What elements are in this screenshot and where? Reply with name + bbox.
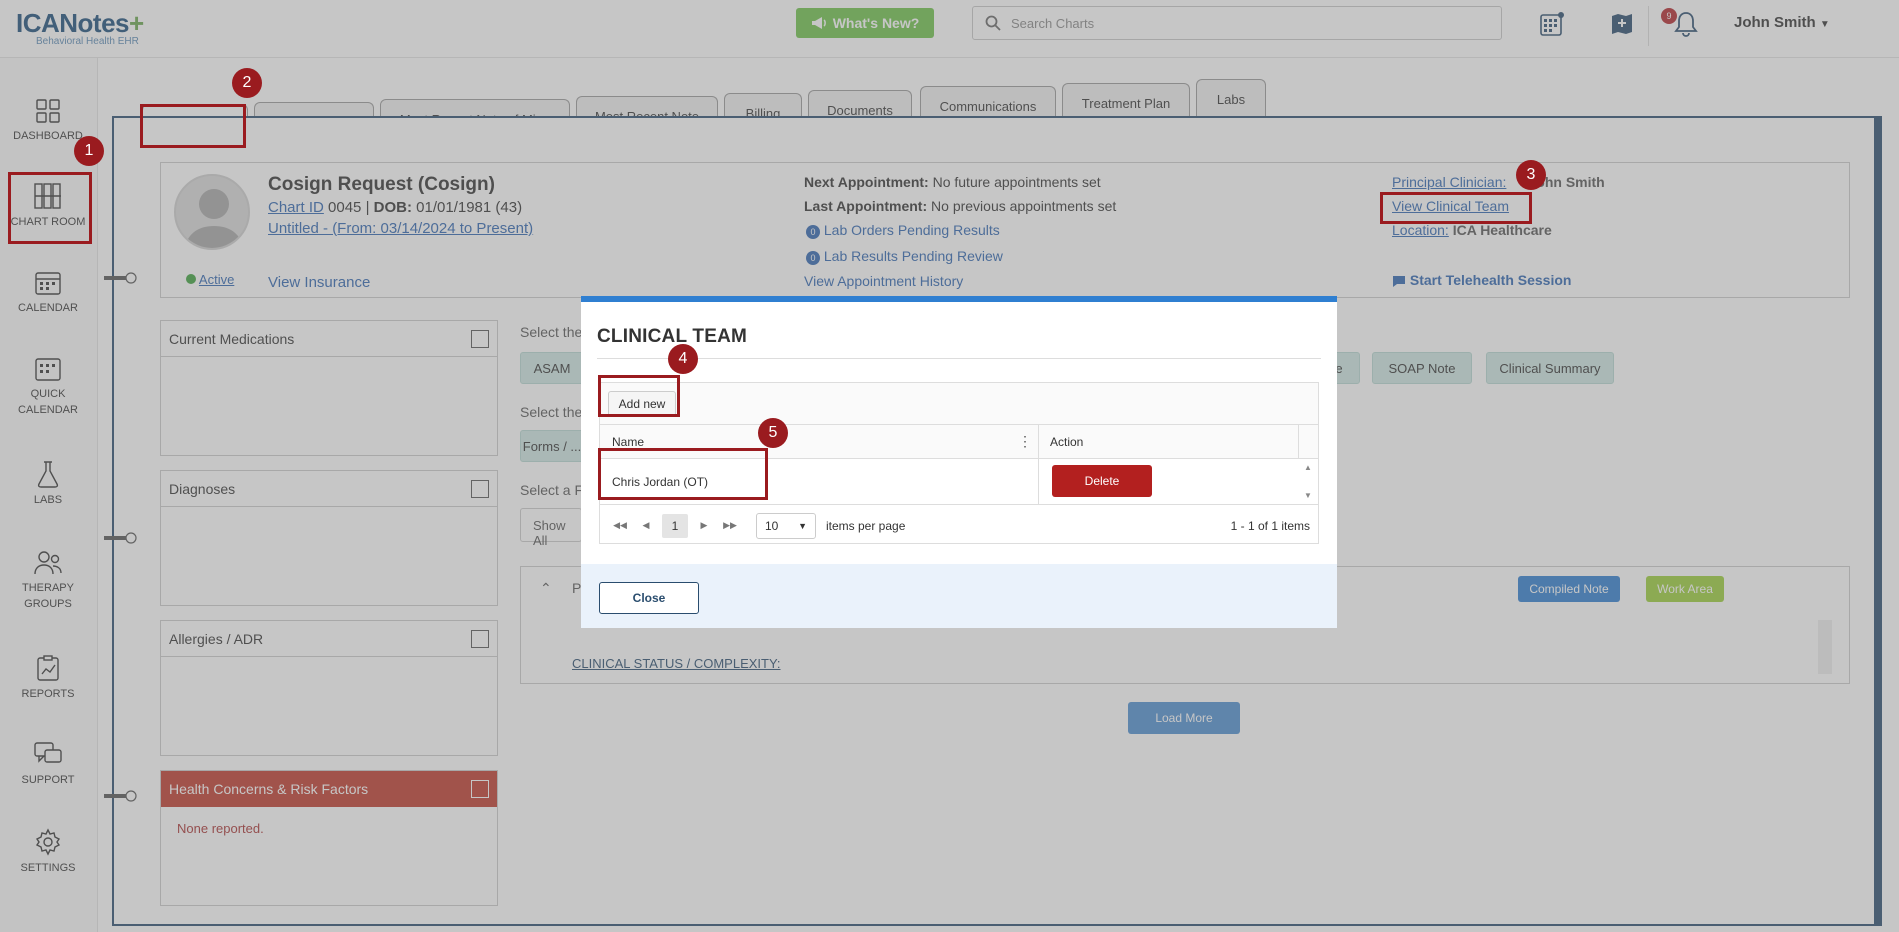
highlight-chart-room — [8, 172, 92, 244]
chevron-down-icon: ▼ — [798, 521, 807, 531]
first-page-icon[interactable]: ◀◀ — [612, 517, 628, 533]
column-menu-icon[interactable]: ⋮ — [1018, 433, 1032, 450]
last-page-icon[interactable]: ▶▶ — [722, 517, 738, 533]
close-button[interactable]: Close — [599, 582, 699, 614]
modal-footer: Close — [581, 564, 1337, 628]
step-badge-4: 4 — [668, 344, 698, 374]
highlight-add-new — [598, 375, 680, 417]
modal-divider — [597, 358, 1321, 359]
current-page[interactable]: 1 — [662, 514, 688, 538]
delete-button[interactable]: Delete — [1052, 465, 1152, 497]
step-badge-3: 3 — [1516, 160, 1546, 190]
highlight-view-clinical-team — [1380, 192, 1532, 224]
grid-toolbar: Add new — [600, 383, 1318, 425]
column-divider — [1298, 425, 1299, 459]
items-per-page-label: items per page — [826, 519, 906, 533]
step-badge-1: 1 — [74, 136, 104, 166]
pager: ◀◀ ◀ 1 ▶ ▶▶ 10 ▼ items per page 1 - 1 of… — [600, 505, 1318, 545]
column-divider — [1038, 425, 1039, 459]
step-badge-2: 2 — [232, 68, 262, 98]
pager-range: 1 - 1 of 1 items — [1230, 519, 1310, 533]
scroll-down-icon[interactable]: ▼ — [1304, 491, 1312, 500]
page-size-select[interactable]: 10 ▼ — [756, 513, 816, 539]
prev-page-icon[interactable]: ◀ — [638, 517, 654, 533]
column-header-action: Action — [1050, 435, 1084, 449]
column-divider — [1038, 459, 1039, 505]
page-size-value: 10 — [765, 519, 779, 533]
step-badge-5: 5 — [758, 418, 788, 448]
next-page-icon[interactable]: ▶ — [696, 517, 712, 533]
highlight-chart-face-tab — [140, 104, 246, 148]
modal-title: CLINICAL TEAM — [597, 326, 748, 347]
column-header-name[interactable]: Name — [612, 435, 644, 449]
highlight-clinician-row — [598, 448, 768, 500]
scroll-up-icon[interactable]: ▲ — [1304, 463, 1312, 472]
